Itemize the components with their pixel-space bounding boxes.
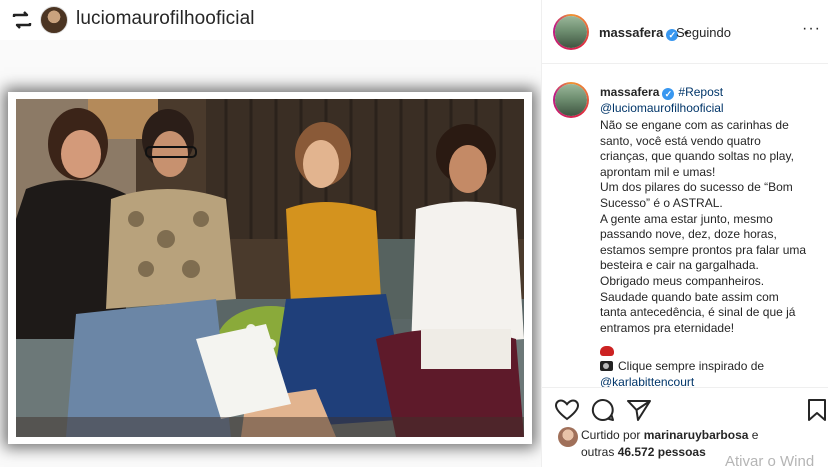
caption-username[interactable]: massafera <box>600 85 659 99</box>
group-photo <box>16 99 524 437</box>
likes-prefix: Curtido por <box>581 428 641 442</box>
caption-line: Um dos pilares do sucesso de “Bom <box>600 180 793 195</box>
author-username-text[interactable]: massafera <box>599 25 663 40</box>
likes-line-2: outras 46.572 pessoas <box>581 445 706 459</box>
post-media-panel: luciomaurofilhooficial <box>0 0 541 467</box>
caption-line: besteira e cair na gargalhada. <box>600 258 759 273</box>
share-icon[interactable] <box>626 397 652 423</box>
caption-line: tanta antecedência, é sinal de que já <box>600 305 796 320</box>
likes-conjunction: e <box>751 428 759 442</box>
glove-icon <box>600 346 614 356</box>
caption-line: Sucesso” é o ASTRAL. <box>600 195 723 210</box>
credit-text: Clique sempre inspirado de <box>618 359 765 373</box>
post-header: massafera ✓ • Seguindo ··· <box>542 0 828 64</box>
repost-username[interactable]: luciomaurofilhooficial <box>76 8 255 30</box>
caption-hashtag[interactable]: #Repost <box>678 85 723 99</box>
credit-line: Clique sempre inspirado de <box>600 359 764 373</box>
activation-watermark: Ativar o Wind <box>725 453 815 467</box>
photo-frame <box>8 92 532 444</box>
caption-avatar[interactable] <box>553 82 589 118</box>
more-options-icon[interactable]: ··· <box>802 20 821 38</box>
caption-line: Saudade quando bate assim com <box>600 289 779 304</box>
caption-line: Obrigado meus companheiros. <box>600 273 765 288</box>
others-count[interactable]: 46.572 pessoas <box>618 445 706 459</box>
liker-username[interactable]: marinaruybarbosa <box>644 428 749 442</box>
post-side-panel: massafera ✓ • Seguindo ··· massafera ✓ #Rep… <box>541 0 828 467</box>
repost-icon <box>12 11 32 29</box>
caption-line: Não se engane com as carinhas de <box>600 118 789 132</box>
caption-line: santo, você está vendo quatro <box>600 133 761 148</box>
repost-avatar[interactable] <box>40 6 68 34</box>
caption-line: aprontam mil e umas! <box>600 164 716 179</box>
credit-mention[interactable]: @karlabittencourt <box>600 375 694 387</box>
repost-header: luciomaurofilhooficial <box>0 0 541 40</box>
caption-mention[interactable]: @luciomaurofilhooficial <box>600 101 724 115</box>
caption-line: passando nove, dez, doze horas, <box>600 227 777 242</box>
caption-username-line: massafera ✓ #Repost <box>600 85 723 100</box>
caption-line: entramos pra eternidade! <box>600 320 735 335</box>
caption-area: massafera ✓ #Repost @luciomaurofilhooficia… <box>542 64 828 387</box>
bookmark-icon[interactable] <box>804 397 828 423</box>
liker-avatar[interactable] <box>558 427 578 447</box>
glove-emoji-row <box>600 344 614 358</box>
caption-line: crianças, que quando soltas no play, <box>600 149 794 164</box>
caption-line: estamos sempre prontos pra falar uma <box>600 242 807 257</box>
caption-line: A gente ama estar junto, mesmo <box>600 211 773 226</box>
likes-line-1: Curtido por marinaruybarbosa e <box>581 428 758 442</box>
camera-icon <box>600 361 613 371</box>
follow-status-button[interactable]: Seguindo <box>676 25 731 40</box>
caption-text: Não se engane com as carinhas de santo, … <box>600 118 825 336</box>
author-avatar[interactable] <box>553 14 589 50</box>
comment-icon[interactable] <box>590 397 616 423</box>
verified-icon: ✓ <box>662 88 675 100</box>
others-prefix: outras <box>581 445 615 459</box>
heart-icon[interactable] <box>554 397 580 423</box>
